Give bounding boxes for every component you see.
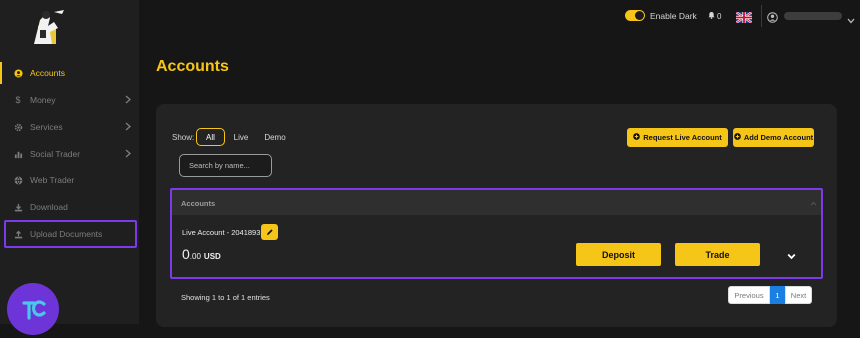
- sidebar-item-web-trader[interactable]: Web Trader: [0, 167, 139, 193]
- user-circle-icon: [13, 68, 23, 78]
- dark-mode-toggle[interactable]: [625, 10, 645, 21]
- notifications-count: 0: [717, 11, 722, 21]
- chevron-right-icon: [125, 122, 132, 133]
- request-live-account-button[interactable]: Request Live Account: [627, 128, 728, 147]
- request-live-account-label: Request Live Account: [643, 133, 722, 142]
- balance-decimals: .00: [189, 252, 201, 261]
- sidebar-item-label: Social Trader: [30, 149, 81, 159]
- notifications-button[interactable]: 0: [708, 11, 721, 21]
- download-icon: [13, 203, 23, 212]
- accounts-table-header-label: Accounts: [181, 199, 216, 208]
- bell-icon: [708, 11, 715, 21]
- show-filter-label: Show:: [172, 133, 195, 142]
- header-divider: [761, 5, 762, 27]
- uk-flag-icon[interactable]: [735, 10, 753, 24]
- bar-chart-icon: [13, 150, 23, 159]
- pagination-page-1[interactable]: 1: [770, 286, 785, 304]
- plus-circle-icon: [633, 133, 641, 142]
- globe-icon: [13, 176, 23, 185]
- chevron-right-icon: [125, 149, 132, 160]
- gear-icon: [13, 123, 23, 132]
- sidebar-item-label: Services: [30, 122, 63, 132]
- pagination-next[interactable]: Next: [785, 286, 812, 304]
- edit-account-button[interactable]: [261, 224, 278, 240]
- page-title: Accounts: [156, 58, 229, 75]
- sidebar-item-label: Web Trader: [30, 175, 75, 185]
- search-input[interactable]: [179, 154, 272, 177]
- balance-currency: USD: [203, 252, 221, 261]
- collapse-icon[interactable]: [810, 199, 817, 208]
- dollar-icon: $: [15, 95, 21, 105]
- sidebar-item-social-trader[interactable]: Social Trader: [0, 141, 139, 167]
- pencil-icon: [266, 223, 274, 241]
- dark-mode-label: Enable Dark: [650, 11, 697, 21]
- deposit-button[interactable]: Deposit: [576, 243, 661, 266]
- user-icon[interactable]: [767, 10, 778, 28]
- brand-badge-icon: [7, 283, 59, 335]
- accounts-table: Accounts Live Account - 2041893 0 .00 US…: [170, 188, 823, 279]
- balance-integer: 0: [182, 246, 190, 262]
- sidebar-item-label: Download: [30, 202, 68, 212]
- sidebar-item-accounts[interactable]: Accounts: [0, 60, 139, 86]
- sidebar-item-label: Money: [30, 95, 56, 105]
- top-bar: Enable Dark 0: [139, 0, 860, 34]
- sidebar: Accounts $ Money Services Social Trader …: [0, 0, 139, 324]
- sidebar-item-services[interactable]: Services: [0, 114, 139, 140]
- filter-all[interactable]: All: [196, 128, 225, 146]
- entries-info: Showing 1 to 1 of 1 entries: [181, 293, 270, 302]
- pagination-previous[interactable]: Previous: [728, 286, 770, 304]
- sidebar-item-download[interactable]: Download: [0, 194, 139, 220]
- filter-live[interactable]: Live: [230, 128, 252, 146]
- filter-demo[interactable]: Demo: [261, 128, 289, 146]
- sidebar-item-money[interactable]: $ Money: [0, 87, 139, 113]
- plus-circle-icon: [734, 133, 741, 142]
- trade-button[interactable]: Trade: [675, 243, 760, 266]
- chevron-right-icon: [125, 95, 132, 106]
- account-balance: 0 .00 USD: [182, 246, 221, 262]
- add-demo-account-label: Add Demo Account: [743, 133, 814, 142]
- user-name-redacted[interactable]: [784, 12, 842, 20]
- chevron-down-icon[interactable]: [787, 247, 796, 265]
- pagination: Previous 1 Next: [728, 286, 812, 304]
- account-name: Live Account - 2041893: [182, 228, 261, 237]
- highlight-upload-documents: [4, 220, 137, 248]
- sidebar-item-label: Accounts: [30, 68, 65, 78]
- chevron-down-icon[interactable]: [847, 11, 855, 29]
- accounts-table-header: Accounts: [172, 190, 821, 215]
- brand-logo[interactable]: [24, 8, 68, 46]
- add-demo-account-button[interactable]: Add Demo Account: [733, 128, 814, 147]
- accounts-card: Show: All Live Demo Request Live Account…: [156, 104, 837, 327]
